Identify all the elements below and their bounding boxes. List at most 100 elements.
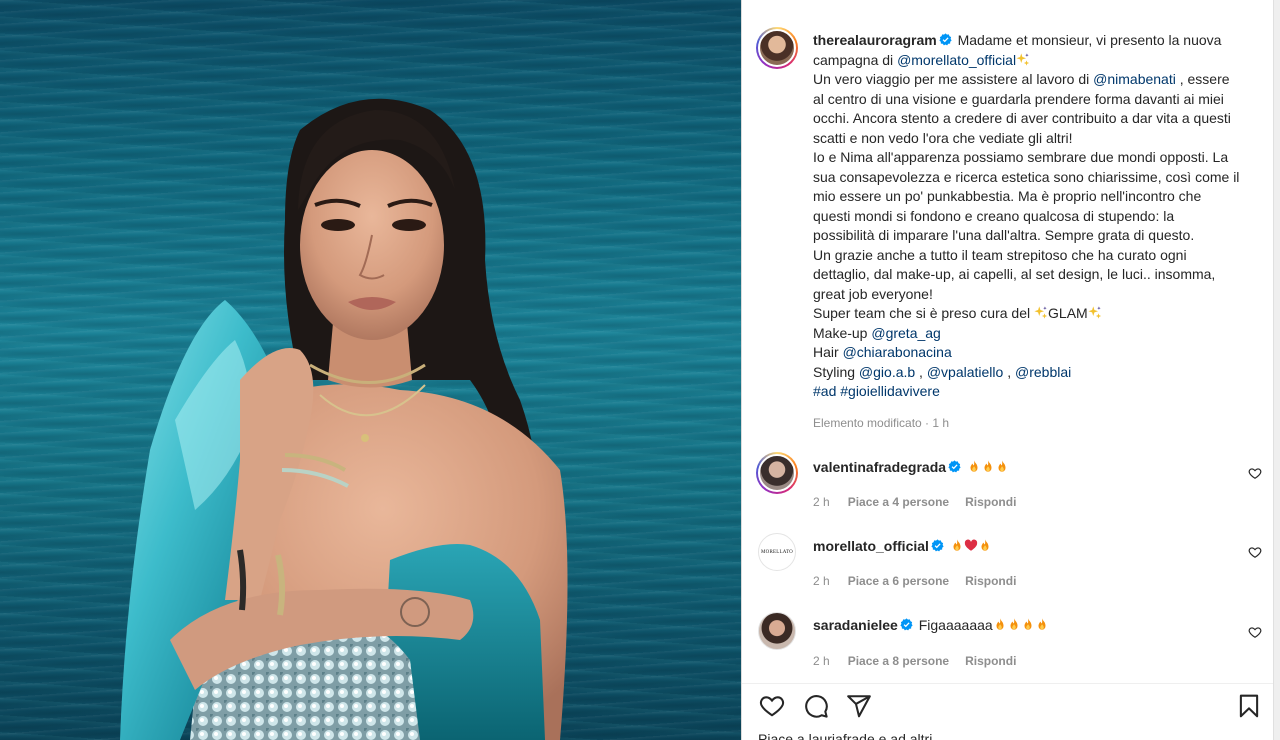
post-detail-panel: therealauroragram Madame et monsieur, vi…: [742, 0, 1273, 740]
author-avatar[interactable]: [756, 27, 798, 69]
bookmark-icon[interactable]: [1236, 693, 1262, 719]
fire-emoji-icon: [970, 460, 978, 472]
comment-text: valentinafradegrada: [813, 457, 1009, 477]
comment-time: 2 h: [813, 654, 830, 668]
post-photo: [0, 0, 741, 740]
hashtag-link[interactable]: #ad: [813, 383, 836, 399]
hashtag-link[interactable]: #gioiellidavivere: [840, 383, 940, 399]
fire-emoji-icon: [984, 460, 992, 472]
caption-line: great job everyone!: [813, 285, 1263, 305]
caption-text: Styling: [813, 363, 859, 380]
fire-emoji-icon: [996, 618, 1004, 630]
caption-line: dettaglio, dal make-up, ai capelli, al s…: [813, 265, 1263, 285]
caption-line: occhi. Ancora stento a credere di aver c…: [813, 109, 1263, 129]
comment-body: Figaaaaaaa: [918, 617, 993, 633]
caption-line: questi mondi si fondono e creano qualcos…: [813, 207, 1263, 227]
fire-emoji-icon: [1038, 618, 1046, 630]
caption-text: ,: [915, 363, 927, 380]
caption-text: sua consapevolezza e ricerca estetica so…: [813, 168, 1240, 185]
caption-text: Un vero viaggio per me assistere al lavo…: [813, 71, 1094, 87]
post-caption: therealauroragram Madame et monsieur, vi…: [813, 31, 1263, 402]
caption-text: Super team che si è preso cura del: [813, 305, 1035, 321]
fire-emoji-icon: [953, 539, 961, 551]
comment-avatar-saradanielee[interactable]: [758, 612, 796, 650]
comment-meta: 2 h Piace a 8 persone Rispondi: [813, 653, 1032, 669]
caption-text: Un grazie anche a tutto il team strepito…: [813, 246, 1187, 263]
caption-line: Make-up @greta_ag: [813, 324, 1263, 344]
fire-emoji-icon: [1024, 618, 1032, 630]
caption-text: occhi. Ancora stento a credere di aver c…: [813, 110, 1231, 126]
comment-text: morellato_official: [813, 536, 992, 556]
caption-line: therealauroragram Madame et monsieur, vi…: [813, 31, 1263, 51]
edited-timestamp: Elemento modificato · 1 h: [813, 416, 950, 430]
comment-username[interactable]: saradanielee: [813, 617, 898, 633]
comment-text: saradanielee Figaaaaaaa: [813, 615, 1049, 635]
mention-link[interactable]: @chiarabonacina: [843, 344, 952, 360]
scrollbar-track[interactable]: [1273, 0, 1280, 740]
caption-text: , essere: [1175, 71, 1230, 87]
caption-line: mio essere un po' punkabbestia. Ma è pro…: [813, 187, 1263, 207]
caption-text: GLAM: [1048, 305, 1088, 321]
comment-username[interactable]: valentinafradegrada: [813, 459, 946, 475]
caption-line: Un grazie anche a tutto il team strepito…: [813, 246, 1263, 266]
caption-line: Un vero viaggio per me assistere al lavo…: [813, 70, 1263, 90]
mention-link[interactable]: @rebblai: [1015, 364, 1071, 380]
caption-text: al centro di una visione e guardarla pre…: [813, 90, 1224, 107]
caption-text: great job everyone!: [813, 285, 933, 302]
verified-badge-icon: [948, 460, 961, 473]
mention-link[interactable]: @greta_ag: [871, 325, 940, 341]
small-heart-icon[interactable]: [1248, 466, 1262, 480]
caption-line: Super team che si è preso cura del GLAM: [813, 304, 1263, 324]
caption-line: Styling @gio.a.b , @vpalatiello , @rebbl…: [813, 363, 1263, 383]
comment-likes-link[interactable]: Piace a 4 persone: [848, 495, 949, 509]
verified-badge-icon: [900, 618, 913, 631]
comment-time: 2 h: [813, 495, 830, 509]
comment-username[interactable]: morellato_official: [813, 538, 929, 554]
caption-text: possibilità di imparare l'una dall'altra…: [813, 227, 1195, 243]
mention-link[interactable]: @gio.a.b: [859, 364, 915, 380]
sparkles-emoji-icon: [1088, 306, 1101, 319]
caption-line: campagna di @morellato_official: [813, 51, 1263, 71]
sparkles-emoji-icon: [1016, 52, 1030, 66]
caption-text: Io e Nima all'apparenza possiamo sembrar…: [813, 149, 1229, 165]
caption-text: Make-up: [813, 324, 872, 341]
sparkles-emoji-icon: [1034, 306, 1048, 319]
caption-text: campagna di: [813, 51, 898, 68]
paper-plane-icon[interactable]: [846, 693, 872, 719]
verified-badge-icon: [939, 33, 952, 46]
author-username[interactable]: therealauroragram: [813, 32, 937, 48]
caption-line: possibilità di imparare l'una dall'altra…: [813, 226, 1263, 246]
caption-line: Hair @chiarabonacina: [813, 343, 1263, 363]
verified-badge-icon: [931, 539, 944, 552]
caption-line: al centro di una visione e guardarla pre…: [813, 90, 1263, 110]
morellato-logo-text: MORELLATO: [761, 549, 793, 555]
heart-outline-icon[interactable]: [759, 693, 785, 719]
comment-meta: 2 h Piace a 6 persone Rispondi: [813, 573, 1032, 589]
caption-text: ,: [1003, 363, 1015, 380]
small-heart-icon[interactable]: [1248, 545, 1262, 559]
caption-line: #ad #gioiellidavivere: [813, 382, 1263, 402]
mention-link[interactable]: @nimabenati: [1093, 71, 1176, 87]
caption-line: Io e Nima all'apparenza possiamo sembrar…: [813, 148, 1263, 168]
comment-avatar-valentinafradegrada[interactable]: [756, 452, 798, 494]
comment-reply-button[interactable]: Rispondi: [965, 495, 1016, 509]
comment-meta: 2 h Piace a 4 persone Rispondi: [813, 494, 1032, 510]
comment-likes-link[interactable]: Piace a 6 persone: [848, 574, 949, 588]
caption-line: sua consapevolezza e ricerca estetica so…: [813, 168, 1263, 188]
comment-reply-button[interactable]: Rispondi: [965, 654, 1016, 668]
post-photo-illustration: [120, 98, 568, 740]
speech-bubble-icon[interactable]: [803, 693, 829, 719]
caption-text: scatti e non vedo l'ora che vediate gli …: [813, 129, 1073, 146]
comment-reply-button[interactable]: Rispondi: [965, 574, 1016, 588]
caption-text: Hair: [813, 344, 843, 360]
red-heart-emoji-icon: [964, 539, 978, 551]
mention-link[interactable]: @morellato_official: [897, 52, 1016, 68]
comment-avatar-morellato_official[interactable]: MORELLATO: [758, 533, 796, 571]
fire-emoji-icon: [998, 460, 1006, 472]
mention-link[interactable]: @vpalatiello: [927, 364, 1003, 380]
likes-summary[interactable]: Piace a lauriafrade e ad altri: [758, 731, 932, 740]
comment-likes-link[interactable]: Piace a 8 persone: [848, 654, 949, 668]
caption-line: scatti e non vedo l'ora che vediate gli …: [813, 129, 1263, 149]
small-heart-icon[interactable]: [1248, 625, 1262, 639]
action-bar: [742, 683, 1273, 727]
